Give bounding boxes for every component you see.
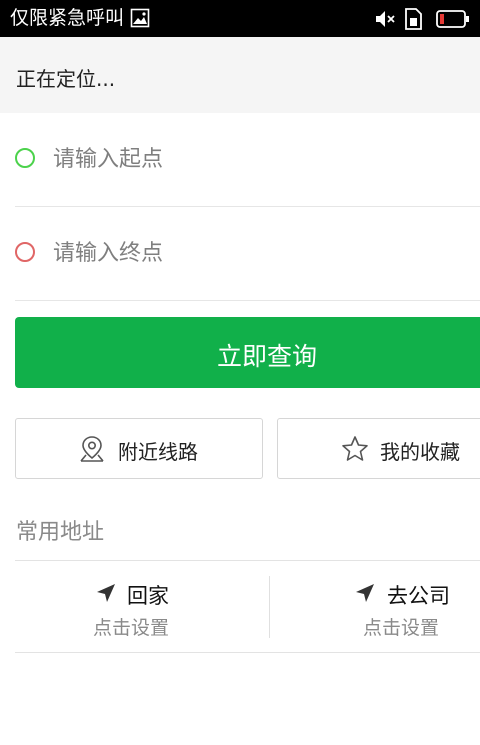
star-icon bbox=[340, 434, 370, 468]
my-favorites-button[interactable]: 我的收藏 bbox=[277, 418, 480, 479]
common-addresses-title: 常用地址 bbox=[16, 520, 105, 545]
home-address-item[interactable]: 回家 点击设置 bbox=[15, 576, 269, 639]
work-address-hint: 点击设置 bbox=[363, 617, 440, 639]
work-address-name: 去公司 bbox=[387, 584, 450, 608]
location-status-text: 正在定位... bbox=[16, 67, 116, 91]
end-marker-icon bbox=[15, 242, 35, 262]
image-icon bbox=[130, 8, 150, 32]
my-favorites-label: 我的收藏 bbox=[380, 440, 460, 464]
status-bar: 仅限紧急呼叫 bbox=[0, 0, 480, 37]
search-button-label: 立即查询 bbox=[217, 342, 318, 371]
end-point-input[interactable] bbox=[53, 235, 453, 271]
end-point-field[interactable] bbox=[15, 207, 480, 301]
nearby-routes-label: 附近线路 bbox=[118, 440, 198, 464]
sim-icon bbox=[404, 8, 424, 34]
status-carrier-text: 仅限紧急呼叫 bbox=[10, 7, 125, 29]
start-point-field[interactable] bbox=[15, 113, 480, 207]
work-address-item[interactable]: 去公司 点击设置 bbox=[270, 576, 480, 639]
start-marker-icon bbox=[15, 148, 35, 168]
home-address-name: 回家 bbox=[127, 584, 169, 608]
location-pin-icon bbox=[77, 434, 107, 468]
address-bottom-divider bbox=[15, 652, 480, 653]
navigation-arrow-icon bbox=[95, 582, 117, 608]
nearby-routes-button[interactable]: 附近线路 bbox=[15, 418, 263, 479]
search-button[interactable]: 立即查询 bbox=[15, 317, 480, 388]
muted-speaker-icon bbox=[374, 8, 396, 34]
section-divider bbox=[15, 560, 480, 561]
location-header: 正在定位... bbox=[0, 37, 480, 113]
navigation-arrow-icon bbox=[354, 582, 376, 608]
home-address-hint: 点击设置 bbox=[93, 617, 170, 639]
start-point-input[interactable] bbox=[53, 141, 453, 177]
battery-low-icon bbox=[436, 8, 470, 34]
